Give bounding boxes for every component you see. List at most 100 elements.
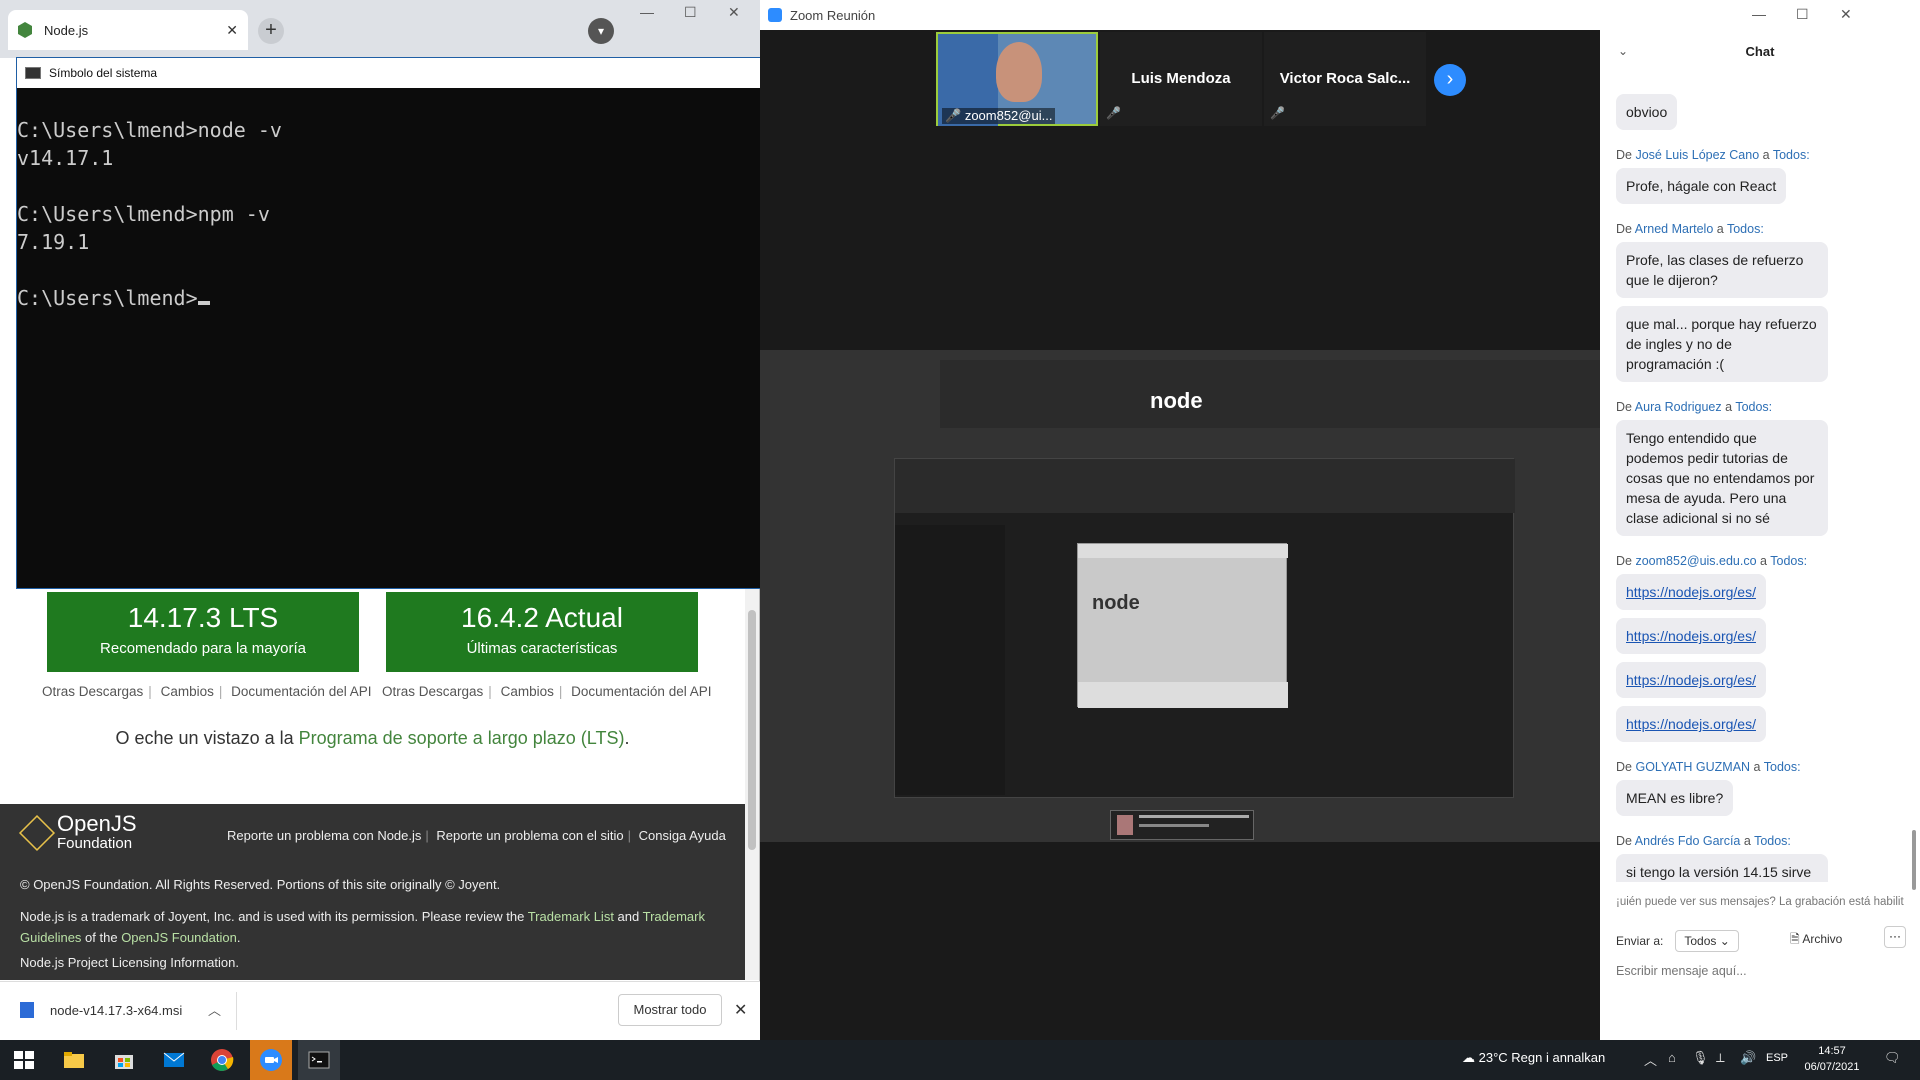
chat-link[interactable]: https://nodejs.org/es/ xyxy=(1626,584,1756,600)
minimize-icon[interactable]: — xyxy=(640,4,654,20)
lts-subtitle: Recomendado para la mayoría xyxy=(100,640,306,657)
browser-tab-nodejs[interactable]: Node.js ✕ xyxy=(8,10,248,50)
zoom-taskbar-active[interactable] xyxy=(250,1040,292,1080)
participant-video xyxy=(996,42,1042,102)
volume-icon[interactable]: 🔊 xyxy=(1740,1050,1756,1066)
minimize-icon[interactable]: — xyxy=(1752,6,1766,22)
footer-licensing[interactable]: Node.js Project Licensing Information. xyxy=(20,952,720,973)
chat-messages[interactable]: obvioo De José Luis López Cano a Todos: … xyxy=(1600,62,1904,882)
chat-message: https://nodejs.org/es/ xyxy=(1616,662,1766,698)
chat-link[interactable]: https://nodejs.org/es/ xyxy=(1626,672,1756,688)
store-icon[interactable] xyxy=(112,1048,136,1072)
chat-privacy-notice[interactable]: ¡uién puede ver sus mensajes? La grabaci… xyxy=(1616,896,1916,908)
chat-message: Profe, hágale con React xyxy=(1616,168,1787,204)
chat-link[interactable]: https://nodejs.org/es/ xyxy=(1626,716,1756,732)
footer-link-report-node[interactable]: Reporte un problema con Node.js xyxy=(227,828,421,843)
language-indicator[interactable]: ESP xyxy=(1766,1052,1788,1064)
link-changelog[interactable]: Cambios xyxy=(501,684,554,699)
message-sender: De zoom852@uis.edu.co a Todos: xyxy=(1616,554,1808,568)
network-icon[interactable]: ⟂ xyxy=(1716,1050,1725,1066)
nodejs-favicon-icon xyxy=(18,22,32,38)
chat-message: https://nodejs.org/es/ xyxy=(1616,574,1766,610)
cmd-title: Símbolo del sistema xyxy=(49,66,158,80)
msi-file-icon xyxy=(20,1002,34,1018)
windows-start-icon[interactable] xyxy=(12,1048,36,1072)
participant-tile[interactable]: Luis Mendoza 🎤 xyxy=(1100,32,1262,126)
muted-mic-icon: 🎤 xyxy=(1270,106,1285,120)
chat-title: Chat xyxy=(1745,44,1775,59)
shared-node-logo: node xyxy=(1150,388,1203,413)
openjs-logo-icon xyxy=(18,814,56,852)
chrome-icon[interactable] xyxy=(210,1048,234,1072)
close-download-bar-icon[interactable]: ✕ xyxy=(734,1000,747,1020)
link-api-docs[interactable]: Documentación del API xyxy=(231,684,371,699)
footer-link-help[interactable]: Consiga Ayuda xyxy=(639,828,726,843)
chat-panel: — ☐ ✕ ⌄ Chat obvioo De José Luis López C… xyxy=(1600,0,1920,1040)
lts-links: Otras Descargas | Cambios | Documentación … xyxy=(42,684,372,699)
download-current-button[interactable]: 16.4.2 Actual Últimas características xyxy=(386,592,698,672)
scrollbar-thumb[interactable] xyxy=(748,610,756,850)
link-other-downloads[interactable]: Otras Descargas xyxy=(42,684,143,699)
muted-mic-icon: 🎤 xyxy=(1106,106,1121,120)
clock[interactable]: 14:57 06/07/2021 xyxy=(1800,1043,1864,1075)
link-other-downloads[interactable]: Otras Descargas xyxy=(382,684,483,699)
message-sender: De José Luis López Cano a Todos: xyxy=(1616,148,1810,162)
maximize-icon[interactable]: ☐ xyxy=(684,4,697,21)
download-lts-button[interactable]: 14.17.3 LTS Recomendado para la mayoría xyxy=(47,592,359,672)
participant-tile[interactable]: Victor Roca Salc... 🎤 xyxy=(1264,32,1426,126)
file-explorer-icon[interactable] xyxy=(62,1048,86,1072)
zoom-title-bar[interactable]: Zoom Reunión xyxy=(760,0,1600,30)
cmd-taskbar-active[interactable] xyxy=(298,1040,340,1080)
lts-link[interactable]: Programa de soporte a largo plazo (LTS) xyxy=(299,728,625,748)
participant-name: Victor Roca Salc... xyxy=(1279,70,1411,87)
participant-name: 🎤 zoom852@ui... xyxy=(942,108,1056,124)
footer-links: Reporte un problema con Node.js | Reporte… xyxy=(227,828,726,843)
chat-message-input[interactable] xyxy=(1616,958,1906,984)
text-cursor xyxy=(197,301,210,305)
divider xyxy=(236,992,237,1030)
chat-link[interactable]: https://nodejs.org/es/ xyxy=(1626,628,1756,644)
tab-close-icon[interactable]: ✕ xyxy=(226,22,238,39)
zoom-title: Zoom Reunión xyxy=(790,7,876,23)
screen-share: node node xyxy=(760,350,1600,842)
windows-taskbar: ☁ 23°C Regn i annalkan ︿ ⌂ 🎙 ⟂ 🔊 ESP 14:… xyxy=(0,1040,1920,1080)
openjs-brand[interactable]: OpenJS Foundation xyxy=(57,813,137,854)
close-icon[interactable]: ✕ xyxy=(728,4,740,21)
weather-widget[interactable]: ☁ 23°C Regn i annalkan xyxy=(1462,1050,1605,1066)
link-api-docs[interactable]: Documentación del API xyxy=(571,684,711,699)
profile-icon[interactable]: ▾ xyxy=(588,18,614,44)
download-item[interactable]: node-v14.17.3-x64.msi xyxy=(20,1002,182,1018)
notifications-icon[interactable]: 🗨 xyxy=(1884,1050,1901,1066)
participant-tile[interactable]: 🎤 zoom852@ui... xyxy=(936,32,1098,126)
footer-copyright: © OpenJS Foundation. All Rights Reserved… xyxy=(20,877,501,892)
browser-scrollbar[interactable] xyxy=(745,580,759,980)
chevron-up-icon[interactable]: ︿ xyxy=(208,1000,221,1019)
chat-scrollbar[interactable] xyxy=(1912,830,1916,890)
chat-message: Tengo entendido que podemos pedir tutori… xyxy=(1616,420,1828,536)
next-participants-button[interactable]: › xyxy=(1434,64,1466,96)
shared-setup-wizard: node xyxy=(1077,543,1288,708)
chat-message: que mal... porque hay refuerzo de ingles… xyxy=(1616,306,1828,382)
meet-now-icon[interactable]: ⌂ xyxy=(1668,1050,1676,1065)
microphone-icon[interactable]: 🎙 xyxy=(1692,1050,1709,1066)
message-sender: De GOLYATH GUZMAN a Todos: xyxy=(1616,760,1801,774)
maximize-icon[interactable]: ☐ xyxy=(1796,6,1809,23)
more-options-button[interactable]: ··· xyxy=(1884,926,1906,948)
chevron-up-icon[interactable]: ︿ xyxy=(1644,1050,1657,1069)
footer-link-report-site[interactable]: Reporte un problema con el sitio xyxy=(436,828,623,843)
shared-toast xyxy=(1110,810,1254,840)
zoom-app-icon xyxy=(768,8,782,22)
shared-browser xyxy=(940,360,1600,428)
new-tab-button[interactable]: + xyxy=(258,18,284,44)
mail-icon[interactable] xyxy=(162,1048,186,1072)
send-to-row: Enviar a: Todos ⌄ xyxy=(1616,930,1739,952)
current-subtitle: Últimas características xyxy=(466,640,618,657)
participant-name: Luis Mendoza xyxy=(1131,70,1231,87)
close-icon[interactable]: ✕ xyxy=(1840,6,1852,23)
chat-message: https://nodejs.org/es/ xyxy=(1616,618,1766,654)
file-button[interactable]: 🗎 Archivo xyxy=(1790,930,1842,951)
footer-trademark: Node.js is a trademark of Joyent, Inc. a… xyxy=(20,909,705,945)
link-changelog[interactable]: Cambios xyxy=(161,684,214,699)
send-to-dropdown[interactable]: Todos ⌄ xyxy=(1675,930,1739,952)
show-all-button[interactable]: Mostrar todo xyxy=(618,994,722,1026)
